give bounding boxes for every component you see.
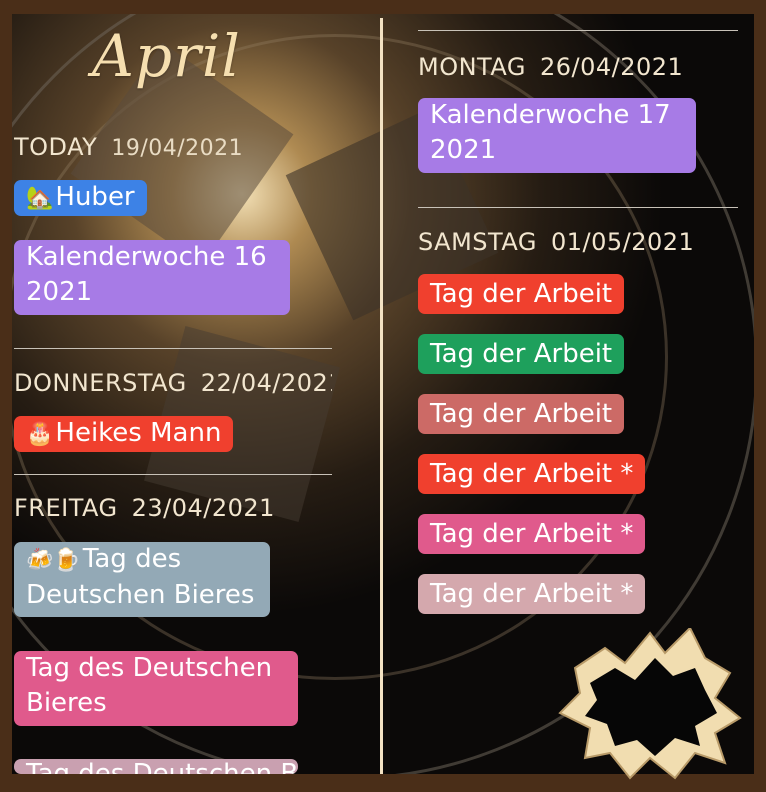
house-tree-icon: 🏡 (26, 186, 54, 211)
event-title: Tag der Arbeit (430, 279, 613, 309)
event-chip[interactable]: Tag des Deutschen Bieres (14, 651, 298, 726)
day-header-montag[interactable]: MONTAG 26/04/2021 (418, 53, 748, 81)
day-date: 01/05/2021 (550, 228, 695, 256)
day-header-today[interactable]: TODAY 19/04/2021 (14, 133, 332, 161)
event-title: Tag der Arbeit * (430, 579, 634, 609)
day-date: 19/04/2021 (111, 136, 244, 161)
day-header-freitag[interactable]: FREITAG 23/04/2021 (14, 494, 332, 522)
day-label: TODAY (14, 133, 98, 161)
event-chip[interactable]: Tag der Arbeit (418, 334, 625, 374)
event-chip[interactable]: Tag der Arbeit * (418, 454, 646, 494)
event-title: Tag der Arbeit * (430, 519, 634, 549)
event-title: Huber (55, 182, 135, 212)
event-chip[interactable]: Kalenderwoche 16 2021 (14, 240, 290, 315)
day-separator (418, 30, 738, 31)
event-title: Tag der Arbeit * (430, 459, 634, 489)
birthday-cake-icon: 🎂 (26, 422, 54, 447)
event-chip[interactable]: 🍻🍺Tag des Deutschen Bieres (14, 542, 270, 617)
event-chip[interactable]: 🏡Huber (14, 180, 147, 216)
event-title: Kalenderwoche 17 2021 (430, 100, 671, 165)
column-divider (380, 18, 383, 774)
day-separator (14, 348, 332, 349)
event-chip[interactable]: Tag der Arbeit (418, 274, 625, 314)
event-title: Tag des Deutschen Bieres (26, 653, 273, 718)
day-date: 22/04/2021 (200, 369, 332, 397)
event-chip[interactable]: Tag des Deutschen Bieres (14, 759, 298, 774)
event-title: Kalenderwoche 16 2021 (26, 242, 267, 307)
event-chip[interactable]: Kalenderwoche 17 2021 (418, 98, 696, 173)
event-chip[interactable]: 🎂Heikes Mann (14, 416, 234, 452)
day-label: SAMSTAG (418, 228, 537, 256)
event-chip[interactable]: Tag der Arbeit (418, 394, 625, 434)
event-chip[interactable]: Tag der Arbeit * (418, 514, 646, 554)
event-chip[interactable]: Tag der Arbeit * (418, 574, 646, 614)
event-title: Tag des Deutschen Bieres (26, 759, 298, 774)
day-date: 23/04/2021 (131, 494, 275, 522)
day-header-samstag[interactable]: SAMSTAG 01/05/2021 (418, 228, 748, 256)
day-separator (14, 474, 332, 475)
day-label: DONNERSTAG (14, 369, 187, 397)
month-title: April (92, 22, 241, 90)
beer-mugs-icon: 🍻🍺 (26, 548, 81, 573)
event-title: Heikes Mann (55, 418, 222, 448)
day-label: FREITAG (14, 494, 118, 522)
day-separator (418, 207, 738, 208)
event-title: Tag der Arbeit (430, 399, 613, 429)
day-header-donnerstag[interactable]: DONNERSTAG 22/04/2021 (14, 369, 332, 397)
day-label: MONTAG (418, 53, 526, 81)
torn-paper-hole-decoration (558, 628, 742, 780)
event-title: Tag der Arbeit (430, 339, 613, 369)
day-date: 26/04/2021 (539, 53, 684, 81)
